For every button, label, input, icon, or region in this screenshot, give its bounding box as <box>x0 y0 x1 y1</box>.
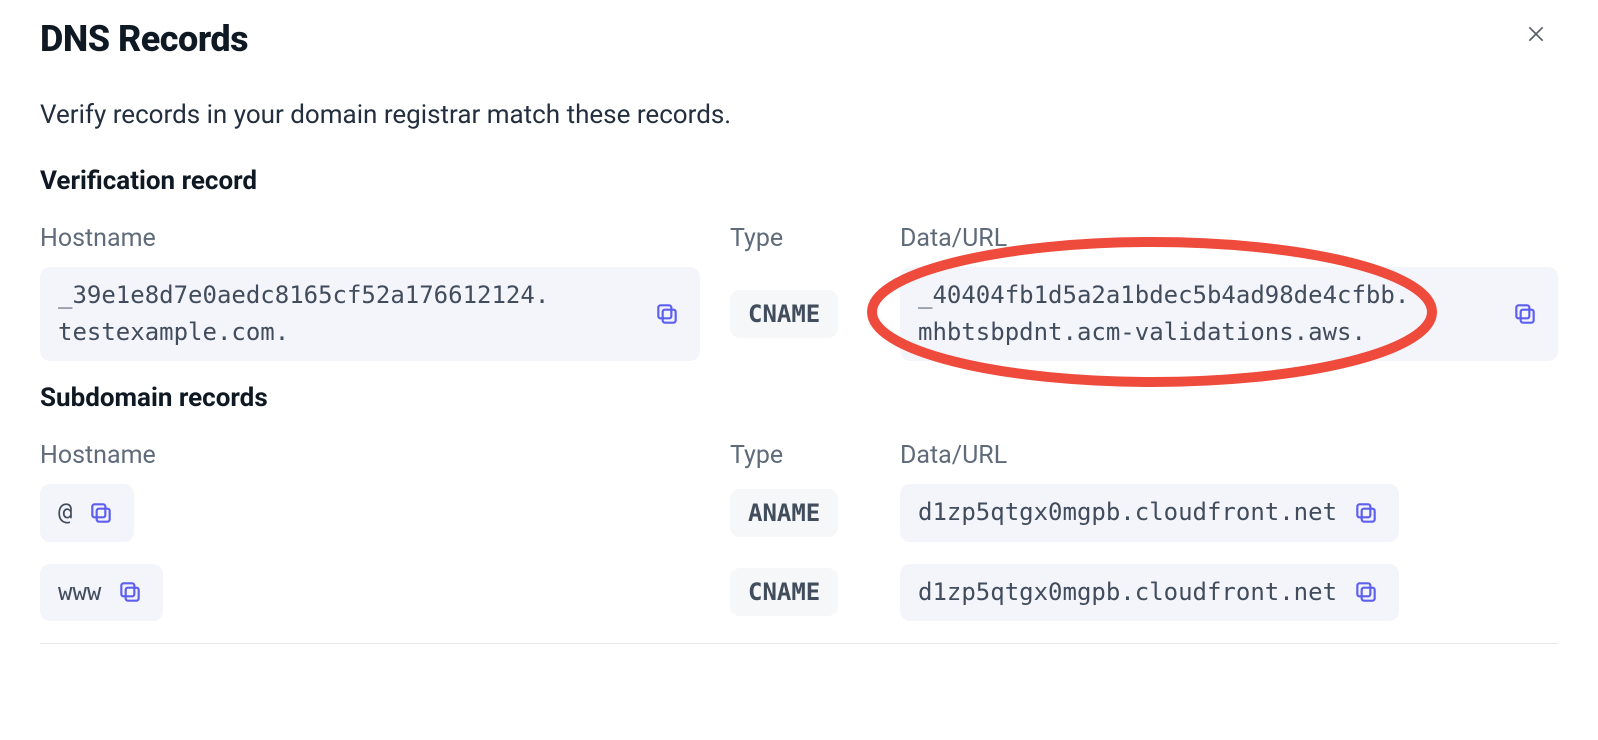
copy-data-button[interactable] <box>1351 498 1381 528</box>
type-value: ANAME <box>748 499 820 527</box>
copy-hostname-button[interactable] <box>652 299 682 329</box>
copy-icon <box>1353 500 1379 526</box>
copy-hostname-button[interactable] <box>115 577 145 607</box>
close-icon <box>1526 24 1546 44</box>
copy-icon <box>654 301 680 327</box>
data-value: d1zp5qtgx0mgpb.cloudfront.net <box>918 574 1337 611</box>
data-pill: d1zp5qtgx0mgpb.cloudfront.net <box>900 564 1399 621</box>
type-pill: ANAME <box>730 489 838 537</box>
data-cell: _40404fb1d5a2a1bdec5b4ad98de4cfbb. mhbts… <box>900 267 1558 361</box>
col-header-hostname: Hostname <box>40 441 700 470</box>
hostname-cell: @ <box>40 484 700 541</box>
col-header-data: Data/URL <box>900 441 1558 470</box>
type-value: CNAME <box>748 578 820 606</box>
table-row: @ ANAME d1zp5qtgx0mgpb.cloudfront.net <box>40 484 1558 541</box>
table-row: _39e1e8d7e0aedc8165cf52a176612124. teste… <box>40 267 1558 361</box>
modal-description: Verify records in your domain registrar … <box>40 100 1558 130</box>
type-cell: CNAME <box>730 568 870 616</box>
copy-icon <box>1353 579 1379 605</box>
hostname-value: _39e1e8d7e0aedc8165cf52a176612124. teste… <box>58 277 549 351</box>
type-cell: ANAME <box>730 489 870 537</box>
type-pill: CNAME <box>730 568 838 616</box>
col-header-type: Type <box>730 441 870 470</box>
close-button[interactable] <box>1526 24 1550 48</box>
data-pill: _40404fb1d5a2a1bdec5b4ad98de4cfbb. mhbts… <box>900 267 1558 361</box>
type-cell: CNAME <box>730 290 870 338</box>
subdomain-records-table: Hostname Type Data/URL @ ANAME d <box>40 441 1558 643</box>
data-value: _40404fb1d5a2a1bdec5b4ad98de4cfbb. mhbts… <box>918 277 1409 351</box>
data-value: d1zp5qtgx0mgpb.cloudfront.net <box>918 494 1337 531</box>
hostname-cell: www <box>40 564 700 621</box>
copy-hostname-button[interactable] <box>86 498 116 528</box>
hostname-value: @ <box>58 494 72 531</box>
table-header-row: Hostname Type Data/URL <box>40 224 1558 253</box>
copy-icon <box>88 500 114 526</box>
data-pill: d1zp5qtgx0mgpb.cloudfront.net <box>900 484 1399 541</box>
verification-record-table: Hostname Type Data/URL _39e1e8d7e0aedc81… <box>40 224 1558 361</box>
copy-data-button[interactable] <box>1510 299 1540 329</box>
data-cell: d1zp5qtgx0mgpb.cloudfront.net <box>900 484 1558 541</box>
hostname-cell: _39e1e8d7e0aedc8165cf52a176612124. teste… <box>40 267 700 361</box>
divider <box>40 643 1558 644</box>
subdomain-records-heading: Subdomain records <box>40 383 1558 413</box>
data-cell: d1zp5qtgx0mgpb.cloudfront.net <box>900 564 1558 621</box>
copy-data-button[interactable] <box>1351 577 1381 607</box>
hostname-value: www <box>58 574 101 611</box>
hostname-pill: @ <box>40 484 134 541</box>
verification-record-heading: Verification record <box>40 166 1558 196</box>
hostname-pill: www <box>40 564 163 621</box>
table-row: www CNAME d1zp5qtgx0mgpb.cloudfront.net <box>40 564 1558 621</box>
type-value: CNAME <box>748 300 820 328</box>
col-header-data: Data/URL <box>900 224 1558 253</box>
col-header-type: Type <box>730 224 870 253</box>
modal-title: DNS Records <box>40 18 1558 60</box>
type-pill: CNAME <box>730 290 838 338</box>
copy-icon <box>1512 301 1538 327</box>
table-header-row: Hostname Type Data/URL <box>40 441 1558 470</box>
col-header-hostname: Hostname <box>40 224 700 253</box>
hostname-pill: _39e1e8d7e0aedc8165cf52a176612124. teste… <box>40 267 700 361</box>
copy-icon <box>117 579 143 605</box>
dns-records-modal: DNS Records Verify records in your domai… <box>0 0 1598 654</box>
